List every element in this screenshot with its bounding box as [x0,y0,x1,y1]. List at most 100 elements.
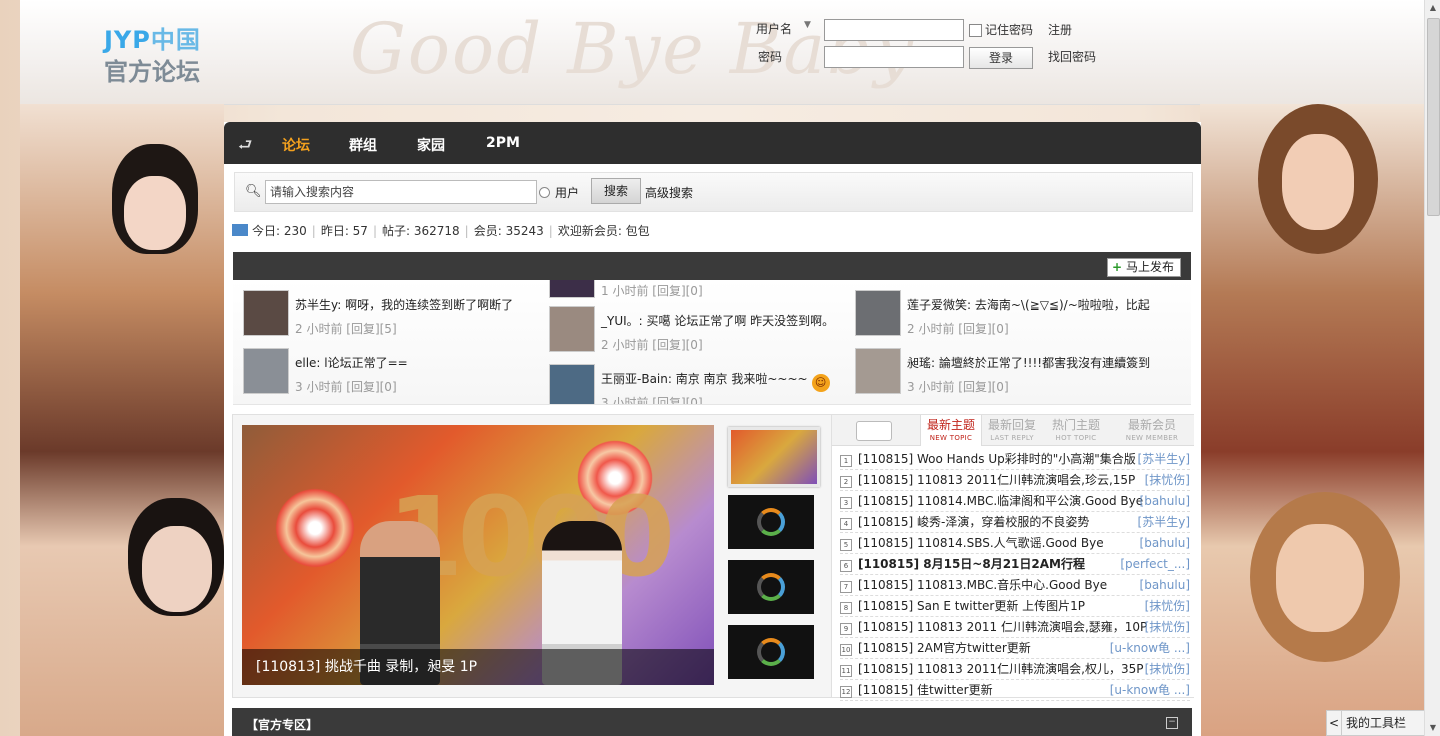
feed-item[interactable]: 莲子爱微笑: 去海南~\(≧▽≦)/~啦啦啦，比起 2 小时前 [回复][0] [855,290,1155,340]
topic-row[interactable]: 11 [110815] 110813 2011仁川韩流演唱会,权儿，35P [抹忧伤… [840,659,1190,680]
register-link[interactable]: 注册 [1048,21,1072,38]
topic-author[interactable]: [抹忧伤] [1145,470,1190,490]
feed-item[interactable]: elle: l论坛正常了== 3 小时前 [回复][0] [243,348,543,398]
avatar[interactable] [855,290,901,336]
login-button[interactable]: 登录 [969,47,1033,69]
activity-feed: 苏半生y: 啊呀，我的连续签到断了啊断了 2 小时前 [回复][5] elle:… [233,280,1191,405]
topic-title[interactable]: [110815] 110814.SBS.人气歌谣.Good Bye [858,536,1104,550]
site-logo[interactable]: JYP中国 官方论坛 [104,24,201,88]
post-now-button[interactable]: + 马上发布 [1106,258,1181,277]
feed-item[interactable]: 王丽亚-Bain: 南京 南京 我来啦~~~~ ☺ 3 小时前 [回复][0] [549,364,849,404]
slide-thumbnail[interactable] [728,625,814,679]
advanced-search-link[interactable]: 高级搜索 [645,184,693,201]
slide-thumbnail[interactable] [728,495,814,549]
nav-item-groups[interactable]: 群组 [349,135,377,155]
slideshow-caption[interactable]: [110813] 挑战千曲 录制，昶旻 1P [242,649,714,685]
feed-item[interactable]: 苏半生y: 啊呀，我的连续签到断了啊断了 2 小时前 [回复][5] [243,290,543,340]
topic-author[interactable]: [u-know龟 ...] [1110,680,1190,700]
topic-list: 1 [110815] Woo Hands Up彩排时的"小高潮"集合版 [苏半生y]… [840,449,1190,701]
scroll-down-icon[interactable]: ▼ [1425,720,1440,736]
topic-title[interactable]: [110815] 峻秀-泽演，穿着校服的不良姿势 [858,515,1089,529]
tab-new-member[interactable]: 最新会员 NEW MEMBER [1122,417,1182,443]
user-radio[interactable] [539,187,550,198]
remember-label[interactable]: 记住密码 [985,21,1033,38]
avatar[interactable] [243,290,289,336]
feed-header: + 马上发布 [233,252,1191,280]
forgot-password-link[interactable]: 找回密码 [1048,48,1096,65]
search-button[interactable]: 搜索 [591,178,641,204]
chevron-left-icon[interactable]: < [1327,711,1342,735]
topic-row[interactable]: 4 [110815] 峻秀-泽演，穿着校服的不良姿势 [苏半生y] [840,512,1190,533]
rank-number: 11 [840,665,852,677]
topic-row[interactable]: 12 [110815] 佳twitter更新 [u-know龟 ...] [840,680,1190,701]
topic-title[interactable]: [110815] 2AM官方twitter更新 [858,641,1031,655]
my-toolbox[interactable]: < 我的工具栏 [1326,710,1424,736]
topic-title[interactable]: [110815] 110813 2011仁川韩流演唱会,权儿，35P [858,662,1143,676]
feed-item[interactable]: 1 小时前 [回复][0] [549,280,849,302]
avatar[interactable] [549,280,595,298]
slideshow-image[interactable]: 1000 [110813] 挑战千曲 录制，昶旻 1P [242,425,714,685]
username-label[interactable]: 用户名 [756,20,792,37]
topic-author[interactable]: [perfect_...] [1120,554,1190,574]
rank-number: 9 [840,623,852,635]
topic-row[interactable]: 3 [110815] 110814.MBC.临津阁和平公演.Good Bye [ba… [840,491,1190,512]
topic-row[interactable]: 8 [110815] San E twitter更新 上传图片1P [抹忧伤] [840,596,1190,617]
logo-jyp: JYP [104,26,151,54]
topic-title[interactable]: [110815] 110813.MBC.音乐中心.Good Bye [858,578,1107,592]
scrollbar-thumb[interactable] [1427,18,1440,216]
feed-meta: 2 小时前 [回复][0] [907,322,1009,336]
topic-title[interactable]: [110815] Woo Hands Up彩排时的"小高潮"集合版 [858,452,1136,466]
topic-row[interactable]: 6 [110815] 8月15日~8月21日2AM行程 [perfect_...] [840,554,1190,575]
topic-title[interactable]: [110815] 8月15日~8月21日2AM行程 [858,557,1085,571]
vertical-scrollbar[interactable]: ▲ ▼ [1424,0,1440,736]
topic-title[interactable]: [110815] 佳twitter更新 [858,683,993,697]
feed-item[interactable]: 昶瑤: 論壇終於正常了!!!!都害我沒有連續簽到 3 小时前 [回复][0] [855,348,1155,398]
feed-item[interactable]: _YUI。: 买噶 论坛正常了啊 昨天没签到啊。 2 小时前 [回复][0] [549,306,849,356]
topic-row[interactable]: 2 [110815] 110813 2011仁川韩流演唱会,珍云,15P [抹忧伤] [840,470,1190,491]
stat-welcome[interactable]: 欢迎新会员: 包包 [558,224,650,238]
search-input[interactable]: 请输入搜索内容 [265,180,537,204]
topic-title[interactable]: [110815] 110813 2011 仁川韩流演唱会,瑟雍，10P [858,620,1147,634]
avatar[interactable] [549,364,595,404]
post-now-label: 马上发布 [1125,260,1174,274]
user-radio-label[interactable]: 用户 [555,184,579,201]
tab-last-reply[interactable]: 最新回复 LAST REPLY [982,417,1042,443]
topic-row[interactable]: 7 [110815] 110813.MBC.音乐中心.Good Bye [bahul… [840,575,1190,596]
tab-new-topic[interactable]: 最新主题 NEW TOPIC [920,415,982,446]
password-label: 密码 [758,50,783,64]
topic-author[interactable]: [苏半生y] [1138,449,1190,469]
nav-item-home[interactable]: 家园 [417,135,445,155]
tab-hot-topic[interactable]: 热门主题 HOT TOPIC [1046,417,1106,443]
scroll-up-icon[interactable]: ▲ [1425,0,1440,16]
topic-title[interactable]: [110815] San E twitter更新 上传图片1P [858,599,1085,613]
chevron-down-icon[interactable]: ▼ [804,20,811,30]
topic-author[interactable]: [bahulu] [1140,533,1190,553]
nav-item-forum[interactable]: 论坛 [282,135,310,155]
password-input[interactable] [824,46,964,68]
collapse-icon[interactable]: − [1166,717,1178,729]
topic-row[interactable]: 9 [110815] 110813 2011 仁川韩流演唱会,瑟雍，10P [抹忧伤… [840,617,1190,638]
avatar[interactable] [549,306,595,352]
topic-author[interactable]: [抹忧伤] [1145,617,1190,637]
home-arrow-icon[interactable]: ⮐ [238,134,252,161]
topic-row[interactable]: 5 [110815] 110814.SBS.人气歌谣.Good Bye [bahul… [840,533,1190,554]
avatar[interactable] [243,348,289,394]
topic-row[interactable]: 10 [110815] 2AM官方twitter更新 [u-know龟 ...] [840,638,1190,659]
rank-number: 2 [840,476,852,488]
feed-text: elle: l论坛正常了== [295,356,408,370]
topic-author[interactable]: [抹忧伤] [1145,596,1190,616]
topic-author[interactable]: [bahulu] [1140,491,1190,511]
topic-author[interactable]: [苏半生y] [1138,512,1190,532]
nav-item-2pm[interactable]: 2PM [486,135,520,151]
username-input[interactable] [824,19,964,41]
topic-title[interactable]: [110815] 110813 2011仁川韩流演唱会,珍云,15P [858,473,1135,487]
avatar[interactable] [855,348,901,394]
topic-author[interactable]: [bahulu] [1140,575,1190,595]
remember-checkbox[interactable] [969,24,982,37]
slide-thumbnail[interactable] [728,427,820,487]
topic-author[interactable]: [u-know龟 ...] [1110,638,1190,658]
slide-thumbnail[interactable] [728,560,814,614]
topic-title[interactable]: [110815] 110814.MBC.临津阁和平公演.Good Bye [858,494,1143,508]
topic-author[interactable]: [抹忧伤] [1145,659,1190,679]
topic-row[interactable]: 1 [110815] Woo Hands Up彩排时的"小高潮"集合版 [苏半生y] [840,449,1190,470]
